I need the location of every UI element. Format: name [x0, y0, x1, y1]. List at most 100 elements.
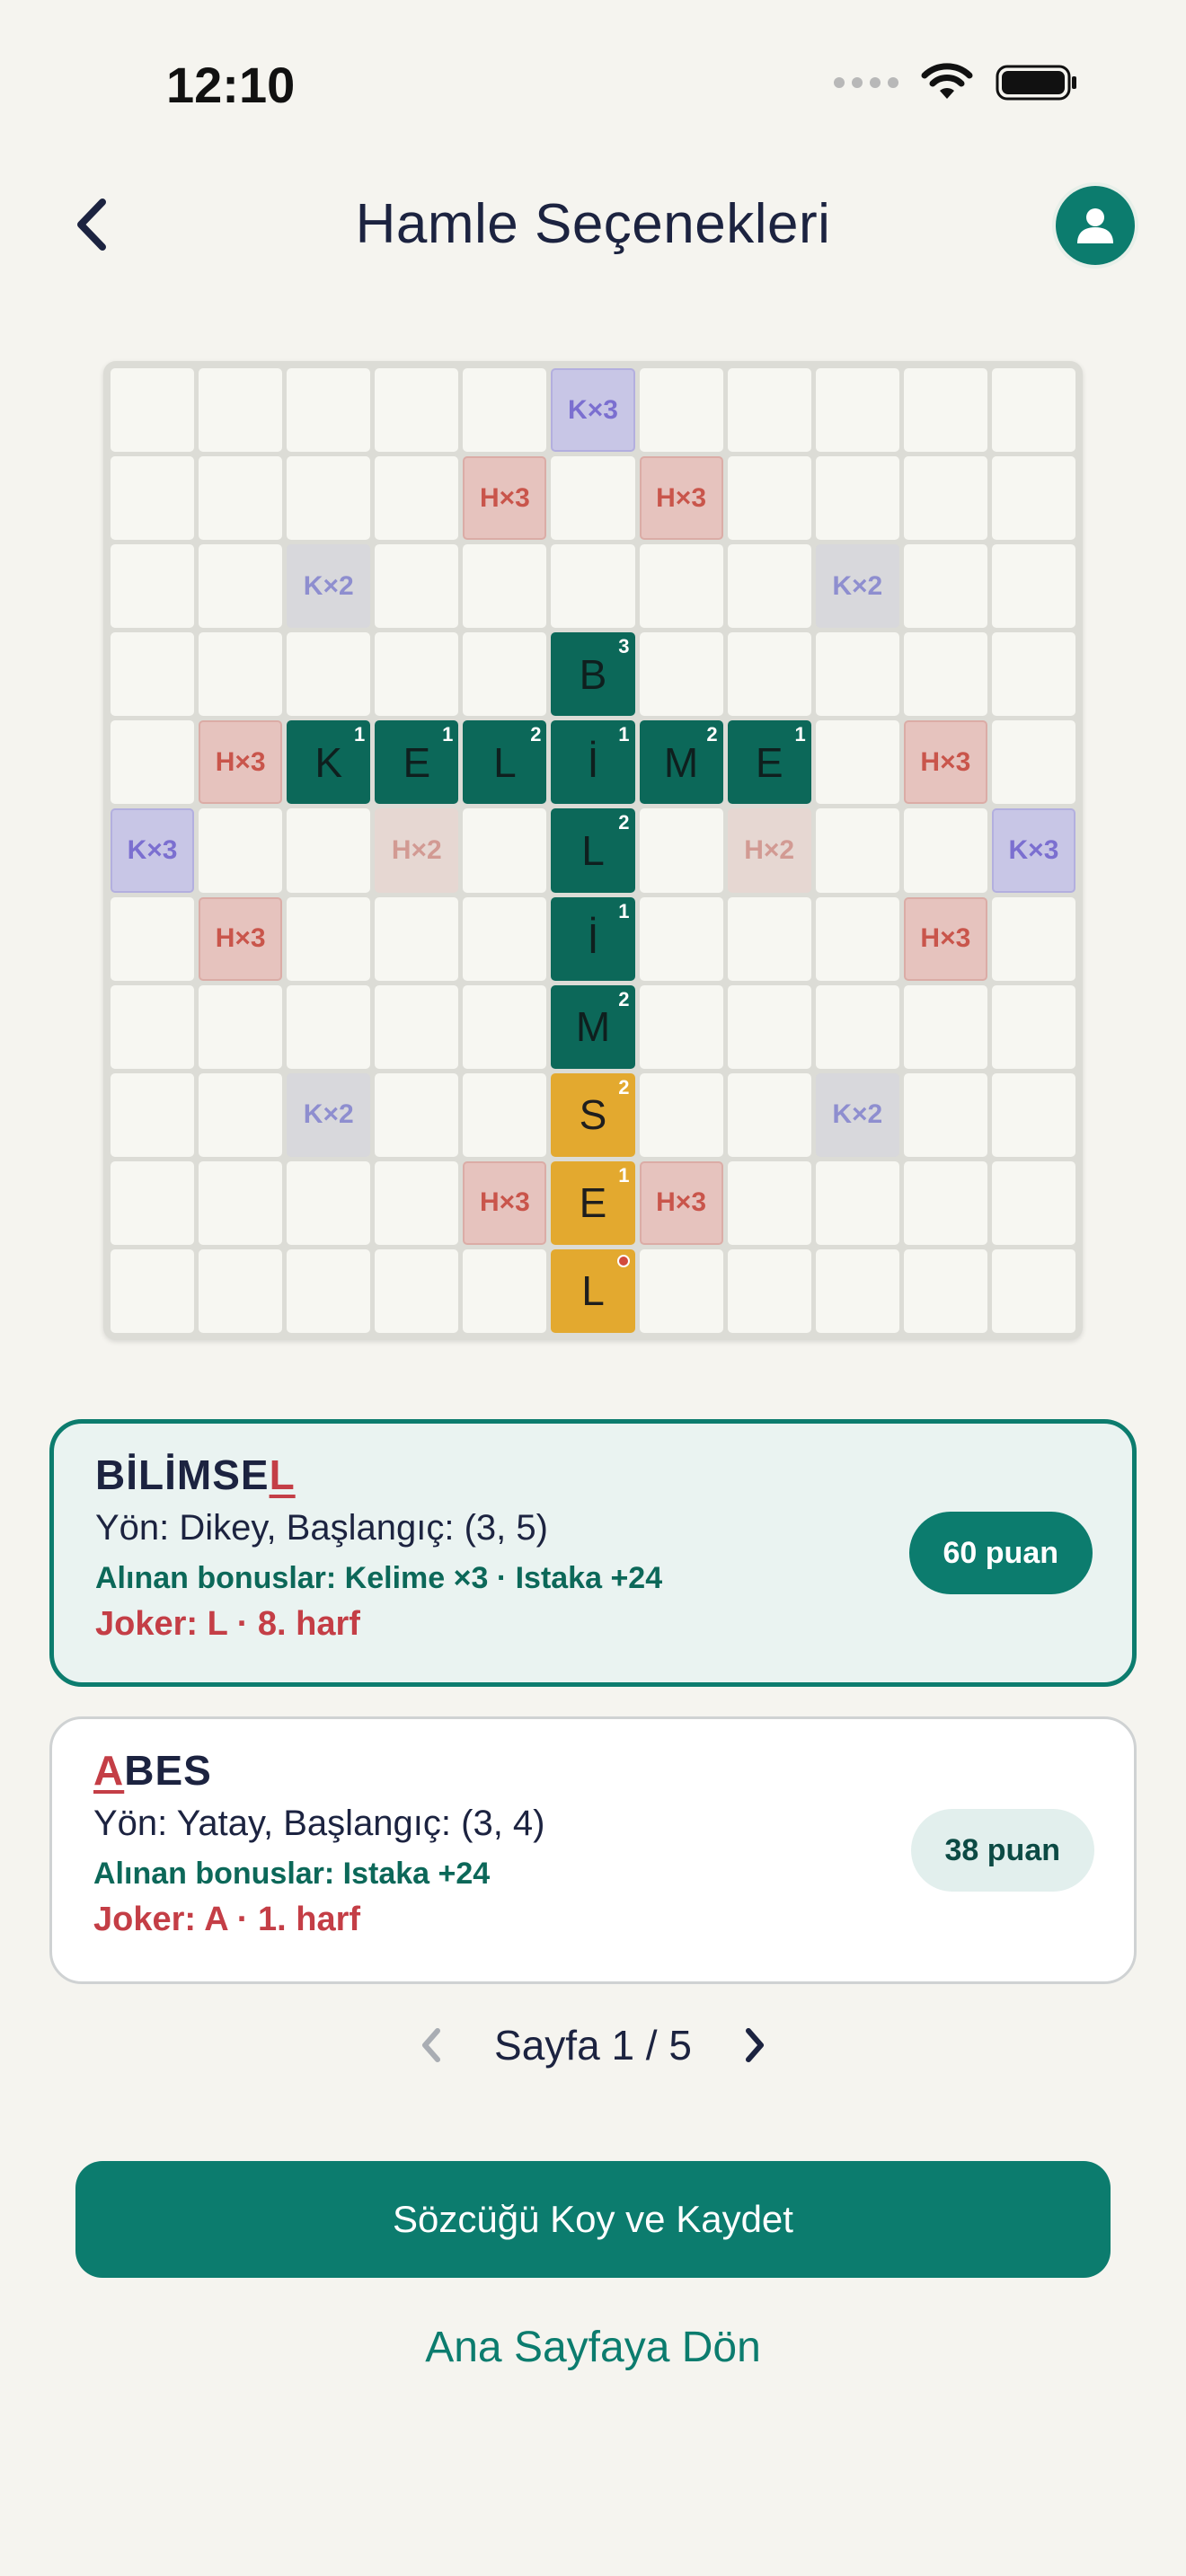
- board-cell[interactable]: [375, 368, 459, 453]
- profile-button[interactable]: [1056, 186, 1135, 265]
- board-cell[interactable]: [111, 456, 195, 541]
- board-cell[interactable]: [727, 1160, 811, 1245]
- back-to-home-link[interactable]: Ana Sayfaya Dön: [0, 2323, 1186, 2372]
- place-and-save-button[interactable]: Sözcüğü Koy ve Kaydet: [75, 2161, 1111, 2278]
- move-option-card-selected[interactable]: BİLİMSEL Yön: Dikey, Başlangıç: (3, 5) A…: [49, 1419, 1137, 1687]
- board-cell[interactable]: [287, 808, 371, 893]
- previous-page-button[interactable]: [413, 2024, 449, 2067]
- board-cell[interactable]: [727, 984, 811, 1069]
- board-cell[interactable]: [639, 896, 723, 981]
- board-cell[interactable]: [815, 984, 899, 1069]
- bonus-cell-kx2[interactable]: K×2: [815, 1072, 899, 1157]
- board-cell[interactable]: [903, 808, 987, 893]
- bonus-cell-kx3[interactable]: K×3: [111, 808, 195, 893]
- bonus-cell-kx3[interactable]: K×3: [551, 368, 635, 453]
- board-cell[interactable]: [727, 632, 811, 717]
- board-cell[interactable]: [991, 720, 1075, 805]
- bonus-cell-hx3[interactable]: H×3: [463, 456, 547, 541]
- board-cell[interactable]: [727, 544, 811, 629]
- board-cell[interactable]: [815, 368, 899, 453]
- letter-tile[interactable]: İ1: [551, 896, 635, 981]
- board-cell[interactable]: [903, 544, 987, 629]
- board-cell[interactable]: [991, 984, 1075, 1069]
- board-cell[interactable]: [463, 896, 547, 981]
- board-cell[interactable]: [375, 1072, 459, 1157]
- board-cell[interactable]: [199, 368, 283, 453]
- board-cell[interactable]: [639, 1248, 723, 1333]
- board-cell[interactable]: [639, 1072, 723, 1157]
- bonus-cell-hx2[interactable]: H×2: [375, 808, 459, 893]
- board-cell[interactable]: [991, 1072, 1075, 1157]
- board-cell[interactable]: [903, 632, 987, 717]
- board-cell[interactable]: [375, 984, 459, 1069]
- board-cell[interactable]: [727, 456, 811, 541]
- board-cell[interactable]: [111, 544, 195, 629]
- letter-tile[interactable]: E1: [727, 720, 811, 805]
- board-cell[interactable]: [463, 984, 547, 1069]
- board-cell[interactable]: [639, 368, 723, 453]
- board-cell[interactable]: [199, 1072, 283, 1157]
- board-cell[interactable]: [375, 1160, 459, 1245]
- board-cell[interactable]: [463, 808, 547, 893]
- bonus-cell-hx3[interactable]: H×3: [639, 456, 723, 541]
- board-cell[interactable]: [727, 368, 811, 453]
- board-cell[interactable]: [463, 1072, 547, 1157]
- board-cell[interactable]: [991, 1160, 1075, 1245]
- bonus-cell-kx2[interactable]: K×2: [287, 1072, 371, 1157]
- move-option-card[interactable]: ABES Yön: Yatay, Başlangıç: (3, 4) Alına…: [49, 1716, 1137, 1984]
- board-cell[interactable]: [463, 544, 547, 629]
- board-cell[interactable]: [463, 632, 547, 717]
- board-cell[interactable]: [639, 544, 723, 629]
- board-cell[interactable]: [815, 1160, 899, 1245]
- bonus-cell-hx3[interactable]: H×3: [463, 1160, 547, 1245]
- letter-tile[interactable]: B3: [551, 632, 635, 717]
- board-cell[interactable]: [375, 456, 459, 541]
- board-cell[interactable]: [463, 1248, 547, 1333]
- board-cell[interactable]: [287, 1248, 371, 1333]
- board-cell[interactable]: [375, 896, 459, 981]
- letter-tile[interactable]: K1: [287, 720, 371, 805]
- board-cell[interactable]: [111, 632, 195, 717]
- board-cell[interactable]: [991, 1248, 1075, 1333]
- bonus-cell-hx3[interactable]: H×3: [903, 896, 987, 981]
- board-cell[interactable]: [287, 1160, 371, 1245]
- bonus-cell-kx2[interactable]: K×2: [287, 544, 371, 629]
- board-cell[interactable]: [639, 808, 723, 893]
- board-cell[interactable]: [199, 632, 283, 717]
- board-cell[interactable]: [815, 632, 899, 717]
- board-cell[interactable]: [199, 1248, 283, 1333]
- bonus-cell-kx2[interactable]: K×2: [815, 544, 899, 629]
- board-cell[interactable]: [463, 368, 547, 453]
- board-cell[interactable]: [815, 808, 899, 893]
- board-cell[interactable]: [111, 1072, 195, 1157]
- board-cell[interactable]: [903, 1248, 987, 1333]
- board-cell[interactable]: [991, 632, 1075, 717]
- bonus-cell-hx3[interactable]: H×3: [903, 720, 987, 805]
- board-cell[interactable]: [903, 1160, 987, 1245]
- board-cell[interactable]: [375, 632, 459, 717]
- board-cell[interactable]: [199, 984, 283, 1069]
- letter-tile[interactable]: M2: [551, 984, 635, 1069]
- board-cell[interactable]: [111, 720, 195, 805]
- letter-tile[interactable]: İ1: [551, 720, 635, 805]
- board-cell[interactable]: [991, 368, 1075, 453]
- board-cell[interactable]: [287, 632, 371, 717]
- board-cell[interactable]: [991, 896, 1075, 981]
- bonus-cell-hx3[interactable]: H×3: [639, 1160, 723, 1245]
- letter-tile[interactable]: L2: [463, 720, 547, 805]
- board-cell[interactable]: [991, 544, 1075, 629]
- board-cell[interactable]: [727, 896, 811, 981]
- letter-tile[interactable]: L2: [551, 808, 635, 893]
- board-cell[interactable]: [287, 984, 371, 1069]
- board-cell[interactable]: [815, 896, 899, 981]
- board-cell[interactable]: [375, 1248, 459, 1333]
- board-cell[interactable]: [551, 456, 635, 541]
- new-letter-tile[interactable]: E1: [551, 1160, 635, 1245]
- bonus-cell-kx3[interactable]: K×3: [991, 808, 1075, 893]
- board-cell[interactable]: [111, 1248, 195, 1333]
- board-cell[interactable]: [111, 368, 195, 453]
- board-cell[interactable]: [287, 896, 371, 981]
- bonus-cell-hx2[interactable]: H×2: [727, 808, 811, 893]
- board-cell[interactable]: [199, 456, 283, 541]
- board-cell[interactable]: [111, 1160, 195, 1245]
